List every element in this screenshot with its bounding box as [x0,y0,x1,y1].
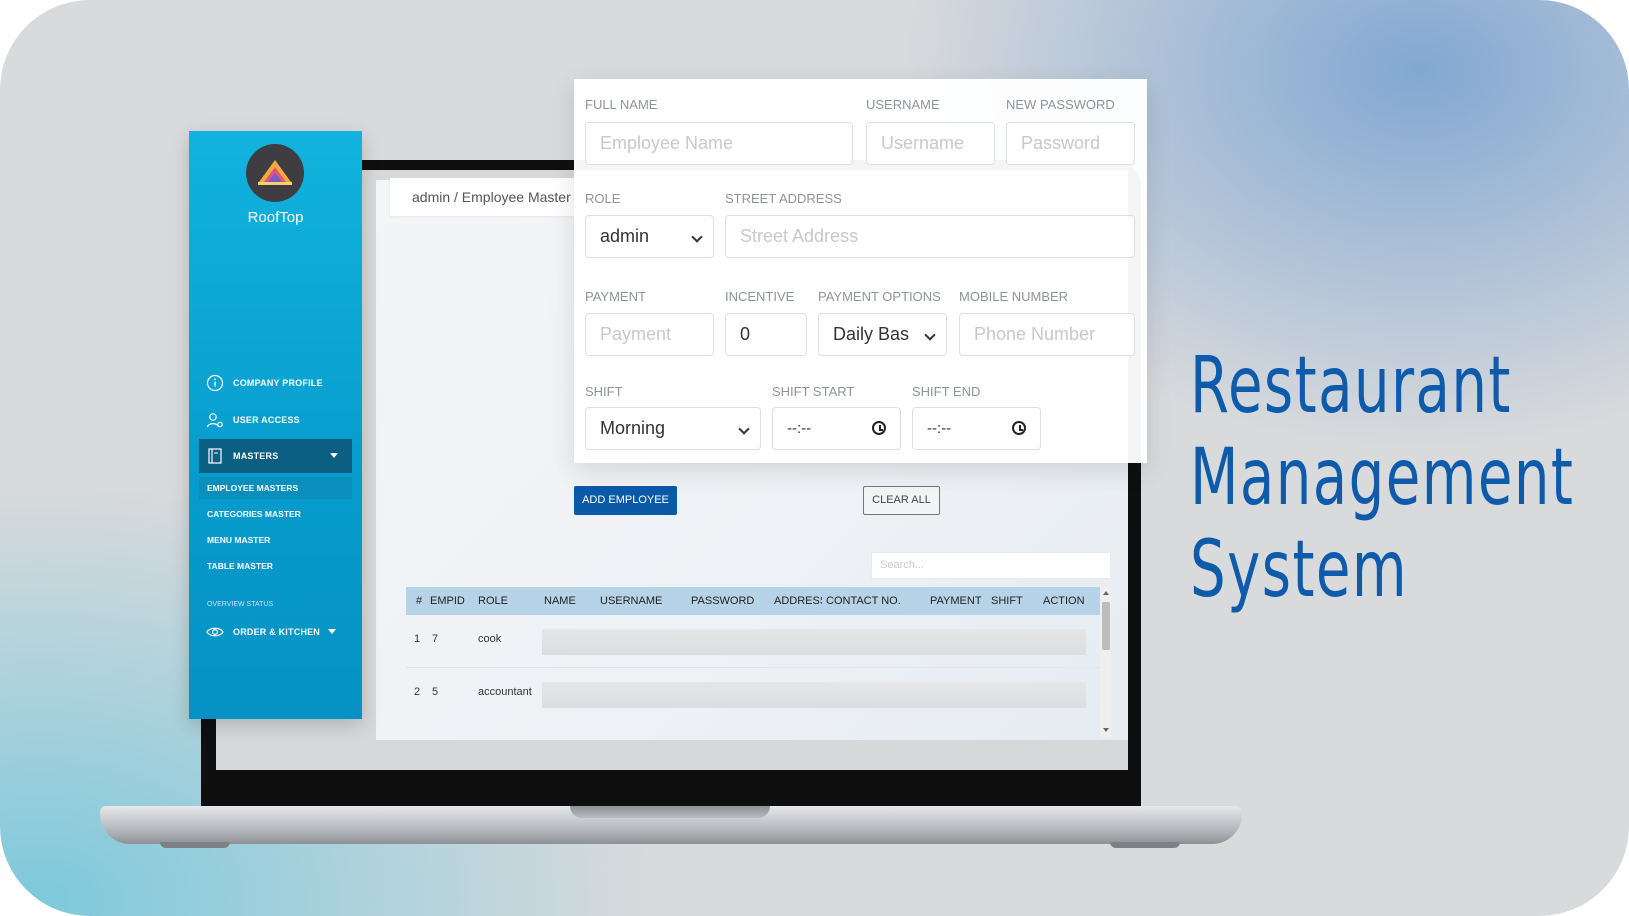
employee-form: FULL NAME Employee Name USERNAME Usernam… [574,79,1147,463]
payment-options-label: PAYMENT OPTIONS [818,289,941,304]
th-index: # [416,595,423,607]
row-placeholder-bar [542,629,1086,655]
shift-end-value: --:-- [927,420,952,437]
th-address: ADDRESS [774,595,822,607]
cell-index: 2 [414,686,421,698]
shift-start-input[interactable]: --:-- [772,407,901,450]
payment-options-value: Daily Bas [833,324,910,344]
incentive-input[interactable]: 0 [725,313,807,356]
th-name: NAME [544,595,576,607]
username-label: USERNAME [866,97,940,112]
th-password: PASSWORD [691,595,755,607]
sidebar-subitem-table-master[interactable]: TABLE MASTER [199,555,352,577]
role-label: ROLE [585,191,621,206]
cell-empid: 5 [432,686,439,698]
add-employee-button[interactable]: ADD EMPLOYEE [574,486,677,515]
th-contact: CONTACT NO. [826,595,901,607]
rooftop-logo-icon [246,144,304,202]
th-username: USERNAME [600,595,663,607]
sidebar-item-company-profile[interactable]: COMPANY PROFILE [199,366,352,400]
sidebar-item-order-kitchen[interactable]: ORDER & KITCHEN [199,615,352,649]
th-action: ACTION [1043,595,1085,607]
th-empid: EMPID [430,595,465,607]
new-password-label: NEW PASSWORD [1006,97,1115,112]
shift-end-label: SHIFT END [912,384,981,399]
headline: Restaurant Management System [1190,340,1575,616]
sidebar: RoofTop COMPANY PROFILE USER ACCESS MAST… [189,131,362,719]
mobile-number-input[interactable]: Phone Number [959,313,1135,356]
cell-index: 1 [414,633,421,645]
sidebar-subitem-employee-masters[interactable]: EMPLOYEE MASTERS [199,477,352,499]
table-header: # EMPID ROLE NAME USERNAME PASSWORD ADDR… [406,587,1100,615]
book-icon [205,446,225,466]
clear-all-button[interactable]: CLEAR ALL [863,486,940,515]
shift-select[interactable]: Morning [585,407,761,450]
headline-line: System [1190,525,1409,615]
th-shift: SHIFT [991,595,1023,607]
info-icon [205,373,225,393]
chevron-down-icon [691,231,703,243]
sidebar-item-label: USER ACCESS [233,415,300,425]
street-address-input[interactable]: Street Address [725,215,1135,258]
sidebar-item-user-access[interactable]: USER ACCESS [199,403,352,437]
laptop-notch [570,806,770,818]
user-gear-icon [205,410,225,430]
th-payment: PAYMENT [930,595,982,607]
section-label: OVERVIEW STATUS [207,601,274,608]
shift-label: SHIFT [585,384,623,399]
search-input[interactable]: Search... [871,552,1111,579]
chevron-down-icon[interactable] [330,453,338,458]
cell-empid: 7 [432,633,439,645]
role-select[interactable]: admin [585,215,714,258]
full-name-label: FULL NAME [585,97,658,112]
password-input[interactable]: Password [1006,122,1135,165]
shift-value: Morning [600,418,666,438]
cell-role: accountant [478,686,532,698]
shift-start-label: SHIFT START [772,384,855,399]
scroll-down-icon[interactable] [1103,728,1109,732]
laptop-foot [1110,842,1180,848]
sidebar-item-label: ORDER & KITCHEN [233,627,321,637]
street-address-label: STREET ADDRESS [725,191,842,206]
table-row[interactable]: 2 5 accountant [406,668,1100,720]
username-input[interactable]: Username [866,122,995,165]
payment-input[interactable]: Payment [585,313,714,356]
shift-end-input[interactable]: --:-- [912,407,1041,450]
row-placeholder-bar [542,682,1086,708]
clock-icon[interactable] [1012,421,1026,435]
cell-role: cook [478,633,502,645]
sidebar-item-label: COMPANY PROFILE [233,378,323,388]
payment-label: PAYMENT [585,289,646,304]
chevron-down-icon[interactable] [328,629,336,634]
clock-icon[interactable] [872,421,886,435]
scrollbar-thumb[interactable] [1102,602,1110,650]
laptop-foot [160,842,230,848]
scroll-up-icon[interactable] [1103,591,1109,595]
incentive-label: INCENTIVE [725,289,795,304]
sidebar-item-masters[interactable]: MASTERS [199,439,352,473]
role-value: admin [600,226,650,246]
headline-line: Management [1190,433,1575,523]
brand-name: RoofTop [247,209,304,226]
sidebar-item-label: MASTERS [233,451,279,461]
full-name-input[interactable]: Employee Name [585,122,853,165]
mobile-number-label: MOBILE NUMBER [959,289,1069,304]
headline-line: Restaurant [1190,341,1512,431]
th-role: ROLE [478,595,508,607]
sidebar-subitem-menu-master[interactable]: MENU MASTER [199,529,352,551]
chevron-down-icon [738,423,750,435]
shift-start-value: --:-- [787,420,812,437]
eye-icon [205,622,225,642]
sidebar-subitem-categories-master[interactable]: CATEGORIES MASTER [199,503,352,525]
chevron-down-icon [924,329,936,341]
payment-options-select[interactable]: Daily Bas [818,313,947,356]
table-row[interactable]: 1 7 cook [406,615,1100,667]
